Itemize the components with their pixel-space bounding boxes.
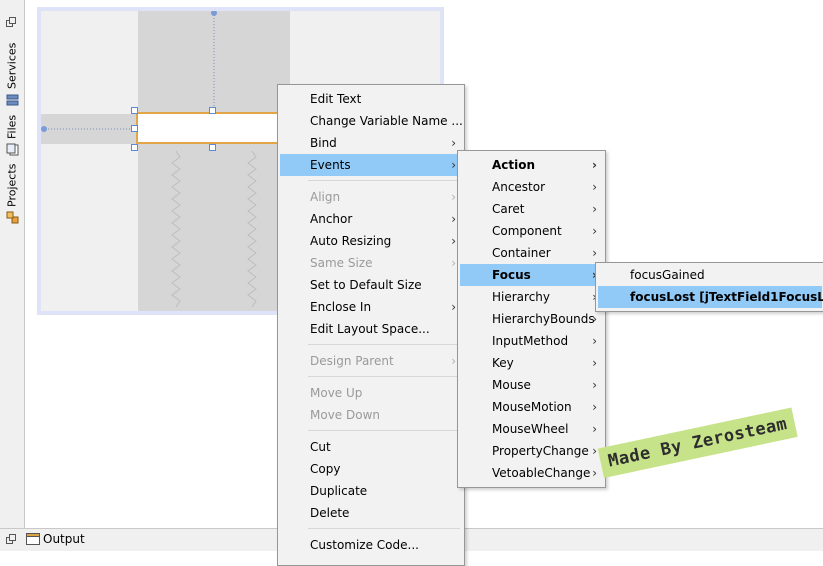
selected-text-field[interactable] <box>136 112 280 144</box>
submenu-arrow-icon: › <box>592 224 597 238</box>
menu-item-design-parent: Design Parent › <box>280 350 462 372</box>
submenu-arrow-icon: › <box>592 356 597 370</box>
menu-item-ancestor[interactable]: Ancestor › <box>460 176 603 198</box>
resize-handle[interactable] <box>209 107 216 114</box>
context-menu: Edit Text Change Variable Name ... Bind ›… <box>277 84 465 566</box>
restore-window-icon[interactable] <box>6 17 17 31</box>
menu-item-move-down: Move Down <box>310 408 380 422</box>
menu-item-delete[interactable]: Delete <box>280 502 462 524</box>
watermark-label: Made By Zerosteam <box>597 407 798 478</box>
projects-icon <box>6 211 19 224</box>
submenu-arrow-icon: › <box>592 422 597 436</box>
submenu-arrow-icon: › <box>451 190 456 204</box>
submenu-arrow-icon: › <box>592 466 597 480</box>
submenu-arrow-icon: › <box>592 444 597 458</box>
menu-separator <box>308 376 460 377</box>
menu-item-focus[interactable]: Focus› <box>460 264 603 286</box>
menu-item-customize-code[interactable]: Customize Code... <box>280 534 462 556</box>
menu-item-mouse-motion[interactable]: MouseMotion › <box>460 396 603 418</box>
events-submenu: Action › Ancestor › Caret › Component › Cont… <box>457 150 606 488</box>
menu-item-hierarchy[interactable]: Hierarchy› <box>460 286 603 308</box>
submenu-arrow-icon: › <box>592 158 597 172</box>
menu-item-duplicate[interactable]: Duplicate <box>280 480 462 502</box>
submenu-arrow-icon: › <box>451 136 456 150</box>
left-tool-strip: Services Files Projects <box>0 0 25 528</box>
menu-item-auto-resizing[interactable]: Auto Resizing › <box>280 230 462 252</box>
menu-item-set-default-size[interactable]: Set to Default Size <box>280 274 462 296</box>
menu-item-same-size: Same Size › <box>280 252 462 274</box>
services-icon <box>6 93 19 106</box>
files-tab[interactable]: Files <box>2 108 22 156</box>
menu-separator <box>308 528 460 529</box>
menu-item-edit-text[interactable]: Edit Text <box>280 88 462 110</box>
submenu-arrow-icon: › <box>451 300 456 314</box>
menu-item-property-change[interactable]: PropertyChange › <box>460 440 603 462</box>
restore-window-icon[interactable] <box>6 534 17 548</box>
projects-tab-label: Projects <box>5 163 19 207</box>
menu-item-mouse-wheel[interactable]: MouseWheel › <box>460 418 603 440</box>
menu-separator <box>308 344 460 345</box>
submenu-arrow-icon: › <box>592 400 597 414</box>
menu-item-mouse[interactable]: Mouse › <box>460 374 603 396</box>
focus-submenu: focusGained focusLost [jTextField1FocusL… <box>595 262 823 312</box>
resize-handle[interactable] <box>131 144 138 151</box>
submenu-arrow-icon: › <box>592 202 597 216</box>
menu-item-action[interactable]: Action › <box>460 154 603 176</box>
menu-item-focus-lost[interactable]: focusLost [jTextField1FocusLost] <box>598 286 823 308</box>
menu-item-focus-gained[interactable]: focusGained <box>598 264 822 286</box>
submenu-arrow-icon: › <box>451 234 456 248</box>
resize-handle[interactable] <box>209 144 216 151</box>
menu-item-enclose-in[interactable]: Enclose In › <box>280 296 462 318</box>
menu-item-caret[interactable]: Caret › <box>460 198 603 220</box>
submenu-arrow-icon: › <box>592 180 597 194</box>
submenu-arrow-icon: › <box>592 246 597 260</box>
submenu-arrow-icon: › <box>592 378 597 392</box>
output-tab-label: Output <box>43 532 85 546</box>
menu-item-container[interactable]: Container › <box>460 242 603 264</box>
menu-item-input-method[interactable]: InputMethod › <box>460 330 603 352</box>
files-tab-label: Files <box>5 114 19 139</box>
menu-item-events[interactable]: Events › <box>280 154 462 176</box>
menu-item-cut[interactable]: Cut <box>280 436 462 458</box>
menu-item-change-variable-name[interactable]: Change Variable Name ... <box>280 110 463 132</box>
output-icon <box>26 532 40 546</box>
submenu-arrow-icon: › <box>451 256 456 270</box>
menu-item-anchor[interactable]: Anchor › <box>280 208 462 230</box>
menu-item-hierarchy-bounds[interactable]: HierarchyBounds › <box>460 308 603 330</box>
menu-item-bind[interactable]: Bind › <box>280 132 462 154</box>
menu-separator <box>308 430 460 431</box>
menu-item-move-up: Move Up <box>310 386 363 400</box>
menu-separator <box>308 180 460 181</box>
menu-item-edit-layout-space[interactable]: Edit Layout Space... <box>280 318 462 340</box>
horizontal-guide <box>41 126 135 132</box>
output-tab[interactable]: Output <box>26 532 85 546</box>
submenu-arrow-icon: › <box>451 158 456 172</box>
services-tab-label: Services <box>5 42 19 89</box>
layout-guides <box>171 11 257 308</box>
menu-item-key[interactable]: Key › <box>460 352 603 374</box>
submenu-arrow-icon: › <box>592 334 597 348</box>
menu-item-component[interactable]: Component › <box>460 220 603 242</box>
menu-item-copy[interactable]: Copy <box>280 458 462 480</box>
menu-item-vetoable-change[interactable]: VetoableChange › <box>460 462 603 484</box>
resize-handle[interactable] <box>131 107 138 114</box>
files-icon <box>6 143 19 156</box>
resize-handle[interactable] <box>131 125 138 132</box>
submenu-arrow-icon: › <box>451 354 456 368</box>
projects-tab[interactable]: Projects <box>2 160 22 224</box>
services-tab[interactable]: Services <box>2 38 22 106</box>
menu-item-align: Align › <box>280 186 462 208</box>
submenu-arrow-icon: › <box>451 212 456 226</box>
